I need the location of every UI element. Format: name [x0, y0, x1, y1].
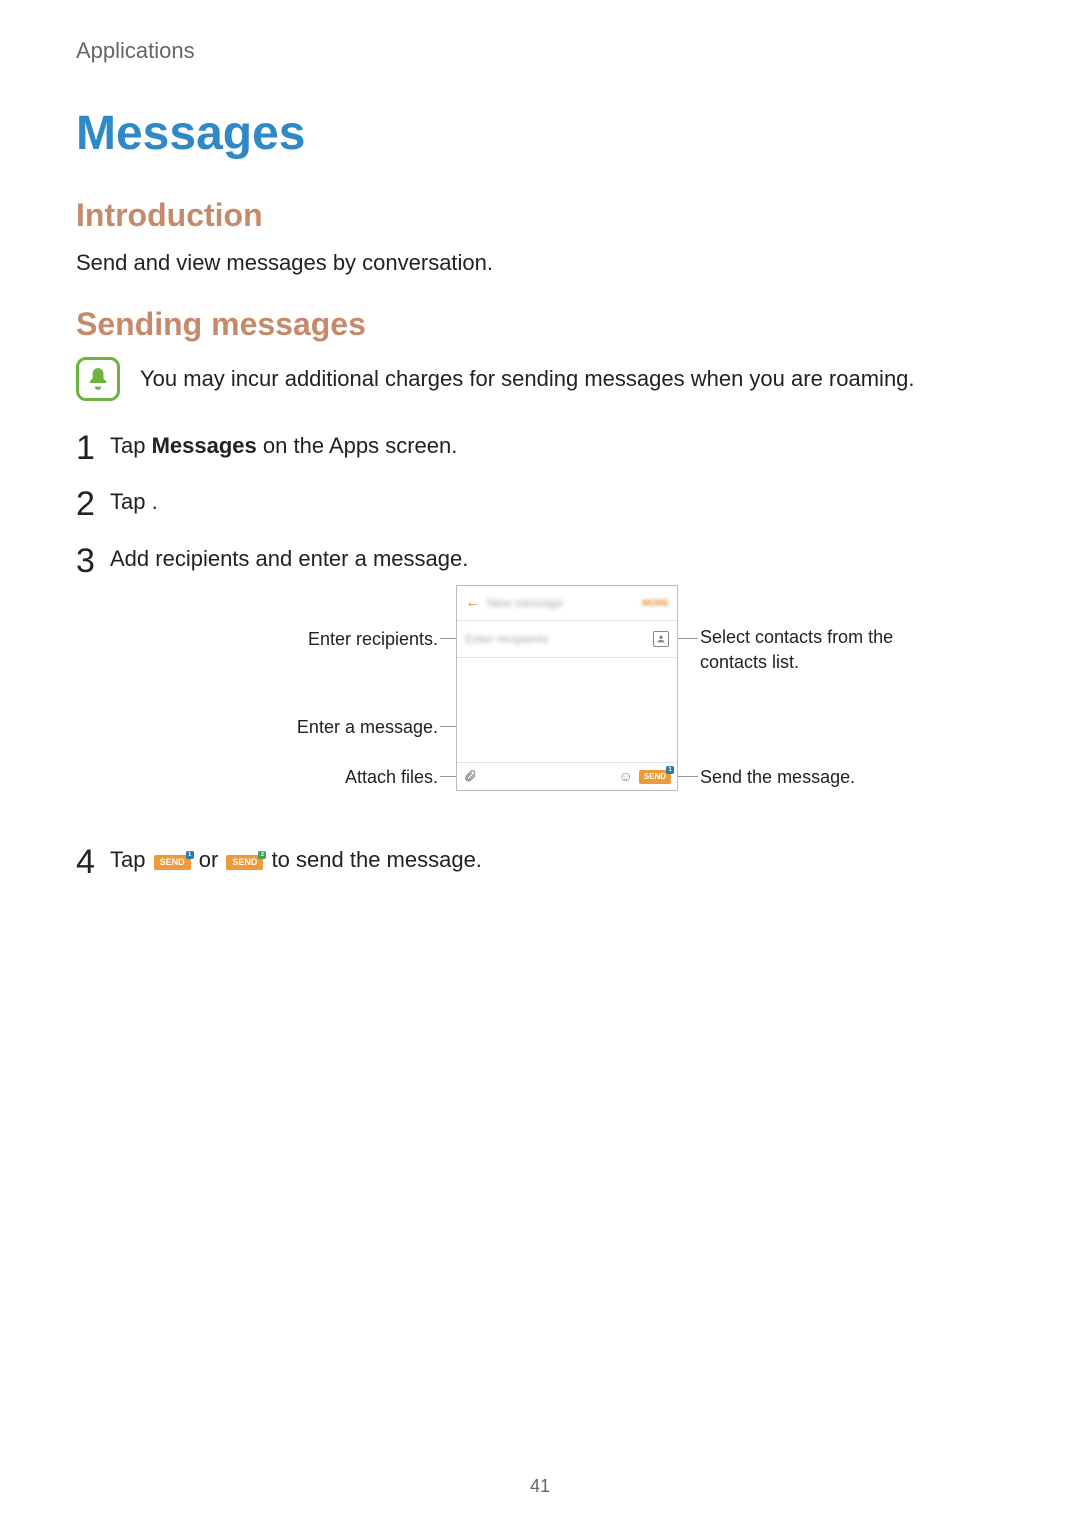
- step-1-pre: Tap: [110, 433, 152, 458]
- divider: [457, 657, 677, 658]
- info-note: You may incur additional charges for sen…: [76, 357, 1004, 401]
- step-4-pre: Tap: [110, 847, 152, 872]
- note-text: You may incur additional charges for sen…: [140, 366, 915, 392]
- intro-text: Send and view messages by conversation.: [76, 248, 1004, 278]
- bell-icon: [76, 357, 120, 401]
- section-header: Applications: [76, 38, 1004, 64]
- step-2: Tap .: [76, 487, 1004, 518]
- callout-message: Enter a message.: [220, 715, 438, 740]
- recipient-row: Enter recipients: [457, 621, 677, 657]
- contact-icon: [653, 631, 669, 647]
- step-1-bold: Messages: [152, 433, 257, 458]
- figure: Enter recipients. Enter a message. Attac…: [220, 585, 1010, 815]
- recipient-placeholder: Enter recipients: [465, 631, 548, 648]
- document-page: Applications Messages Introduction Send …: [0, 0, 1080, 1527]
- step-2-pre: Tap: [110, 489, 152, 514]
- step-3: Add recipients and enter a message. Ente…: [76, 544, 1004, 815]
- callout-line: [676, 776, 698, 777]
- send-button: SEND: [639, 770, 671, 784]
- step-3-text: Add recipients and enter a message.: [110, 546, 468, 571]
- emoji-icon: ☺: [618, 767, 632, 787]
- title-blurred: New message: [487, 595, 563, 612]
- sending-heading: Sending messages: [76, 306, 1004, 343]
- sim-badge-2: 2: [258, 851, 266, 859]
- more-label: MORE: [642, 597, 669, 610]
- callout-contacts: Select contacts from the contacts list.: [700, 625, 1000, 675]
- page-title: Messages: [76, 106, 1004, 161]
- page-number: 41: [0, 1476, 1080, 1497]
- phone-mock: ← New message MORE Enter recipients: [456, 585, 678, 791]
- sim-badge-1: 1: [186, 851, 194, 859]
- compose-bar: ☺ SEND: [457, 762, 677, 790]
- callout-attach: Attach files.: [220, 765, 438, 790]
- callout-recipients: Enter recipients.: [220, 627, 438, 652]
- step-4-mid: or: [199, 847, 225, 872]
- send-icon-sim1: SEND1: [154, 855, 191, 870]
- step-4-post: to send the message.: [272, 847, 482, 872]
- callout-contacts-l2: contacts list.: [700, 652, 799, 672]
- step-1-post: on the Apps screen.: [257, 433, 458, 458]
- intro-heading: Introduction: [76, 197, 1004, 234]
- step-4: Tap SEND1 or SEND2 to send the message.: [76, 845, 1004, 876]
- callout-send: Send the message.: [700, 765, 950, 790]
- paperclip-icon: [463, 761, 477, 792]
- back-arrow-icon: ←: [465, 592, 481, 614]
- callout-contacts-l1: Select contacts from the: [700, 627, 893, 647]
- step-list: Tap Messages on the Apps screen. Tap . A…: [76, 431, 1004, 876]
- step-2-post: .: [152, 489, 158, 514]
- step-1: Tap Messages on the Apps screen.: [76, 431, 1004, 462]
- phone-titlebar: ← New message MORE: [457, 586, 677, 620]
- send-icon-sim2: SEND2: [226, 855, 263, 870]
